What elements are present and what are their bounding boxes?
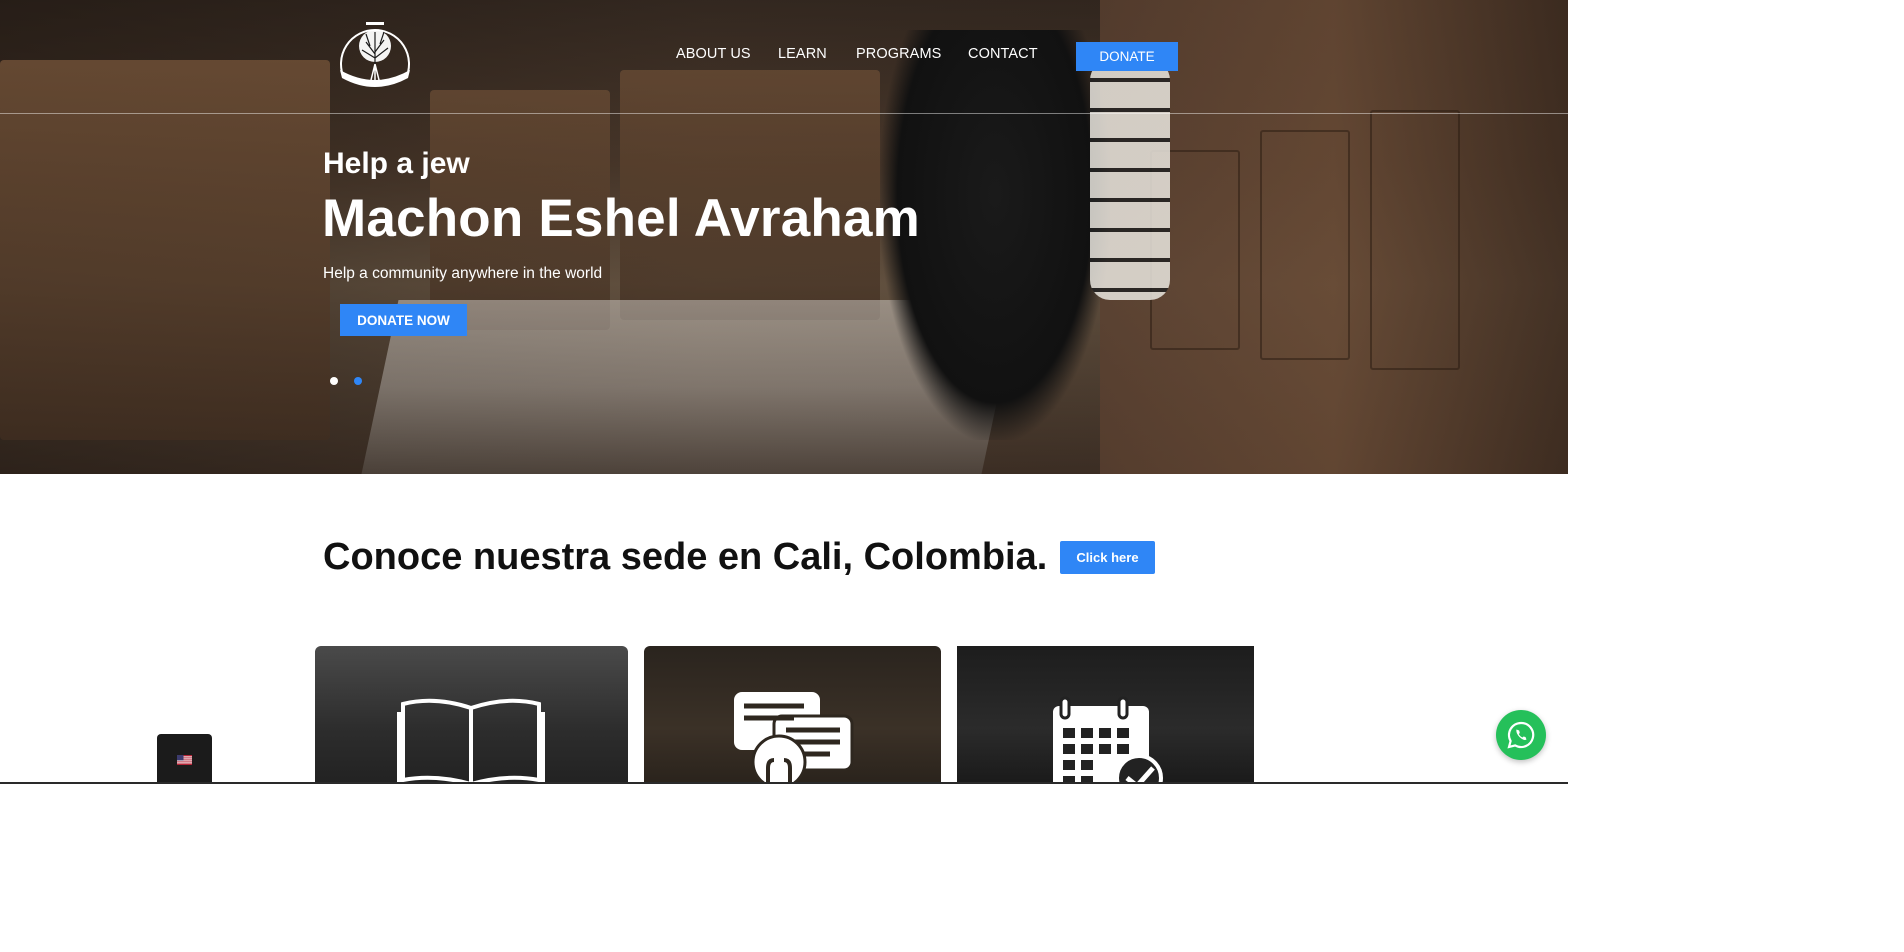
language-switcher[interactable] [157,734,212,784]
whatsapp-icon [1507,721,1535,749]
slider-dot-1[interactable] [330,377,338,385]
hero-prayer-shawl [1090,60,1170,300]
nav-about-us[interactable]: ABOUT US [676,46,751,62]
sede-click-here-button[interactable]: Click here [1060,541,1155,574]
sede-heading: Conoce nuestra sede en Cali, Colombia. [323,536,1048,578]
hero-wall-panel [1260,130,1350,360]
hero-title: Machon Eshel Avraham [322,189,920,248]
calendar-check-icon [1053,696,1163,784]
us-flag-icon [177,755,192,765]
header-divider [0,113,1568,114]
whatsapp-chat-button[interactable] [1496,710,1546,760]
slider-dot-2[interactable] [354,377,362,385]
donate-button[interactable]: DONATE [1076,42,1178,71]
chat-bubbles-lightbulb-icon [734,692,854,784]
program-card-calendar[interactable] [957,646,1254,784]
hero-wall-panel [1370,110,1460,370]
donate-now-button[interactable]: DONATE NOW [340,304,467,336]
nav-contact[interactable]: CONTACT [968,46,1038,62]
site-logo[interactable] [332,18,418,90]
hero-pew-left [0,60,330,440]
hero-eyebrow: Help a jew [323,147,470,180]
page-bottom-edge [0,782,1568,784]
program-card-programs[interactable] [644,646,941,784]
program-card-learn[interactable] [315,646,628,784]
nav-programs[interactable]: PROGRAMS [856,46,941,62]
nav-learn[interactable]: LEARN [778,46,827,62]
hero-subtitle: Help a community anywhere in the world [323,265,603,282]
open-book-icon [397,698,545,784]
